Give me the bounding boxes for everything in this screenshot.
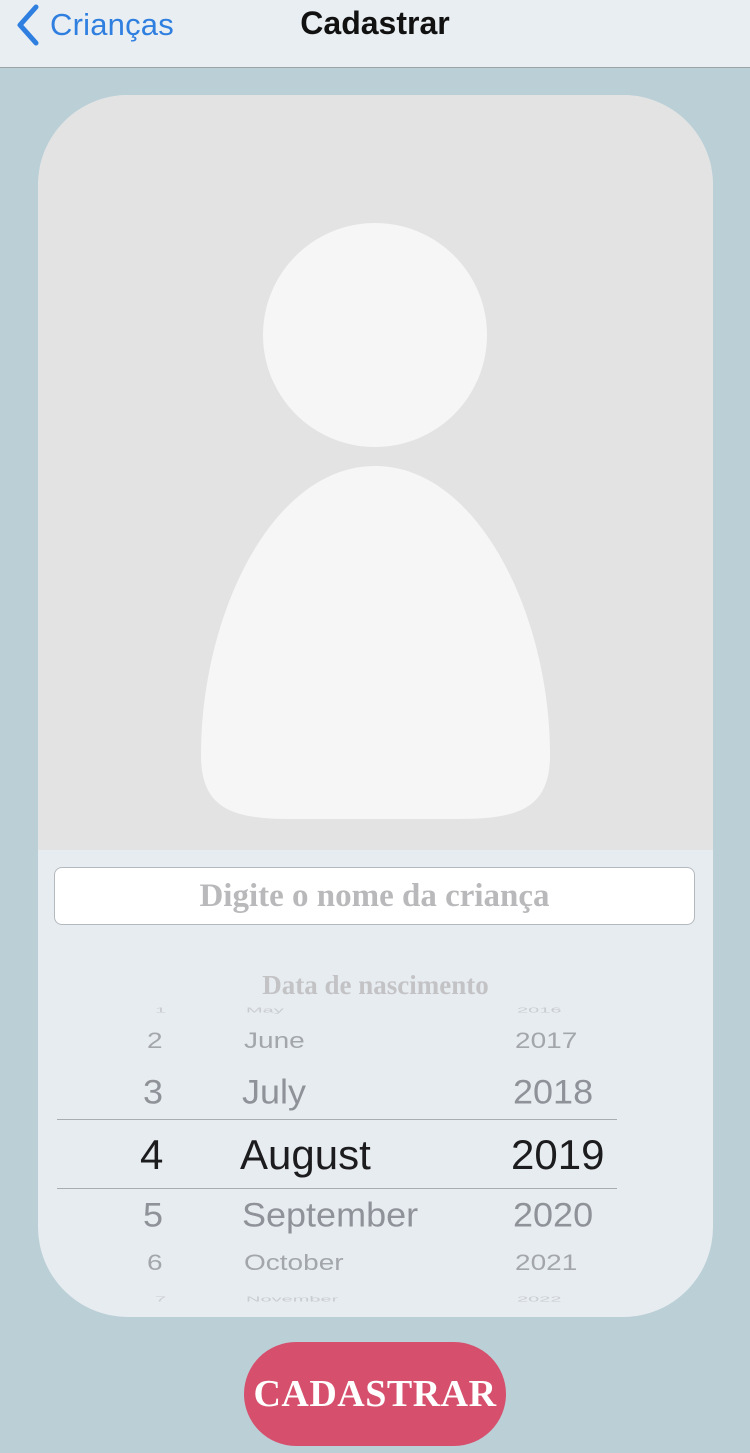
picker-year-option[interactable]: 2019: [511, 1131, 604, 1179]
picker-year-option[interactable]: 2021: [515, 1250, 577, 1276]
child-name-input[interactable]: [54, 867, 695, 925]
picker-year-option[interactable]: 2017: [515, 1028, 577, 1054]
picker-year-option[interactable]: 2018: [513, 1072, 593, 1112]
picker-day-option[interactable]: 2: [147, 1028, 163, 1054]
day-wheel[interactable]: 1 2 3 4 5 6 7: [95, 1003, 235, 1303]
picker-day-option[interactable]: 1: [155, 1006, 166, 1014]
picker-day-option[interactable]: 7: [155, 1295, 166, 1303]
picker-day-option[interactable]: 4: [140, 1131, 163, 1179]
birth-date-picker[interactable]: 1 2 3 4 5 6 7 May June July August September Octobe…: [95, 1003, 655, 1303]
picker-year-option[interactable]: 2020: [513, 1195, 593, 1235]
month-wheel[interactable]: May June July August September October Novembe…: [240, 1003, 490, 1303]
picker-month-option[interactable]: November: [246, 1295, 338, 1303]
navigation-bar: Crianças Cadastrar: [0, 0, 750, 68]
picker-month-option[interactable]: May: [246, 1006, 284, 1014]
picker-year-option[interactable]: 2022: [517, 1295, 562, 1303]
picker-day-option[interactable]: 5: [143, 1195, 163, 1235]
picker-month-option[interactable]: September: [242, 1195, 418, 1235]
picker-day-option[interactable]: 6: [147, 1250, 163, 1276]
picker-month-option[interactable]: July: [242, 1072, 306, 1112]
year-wheel[interactable]: 2016 2017 2018 2019 2020 2021 2022: [495, 1003, 655, 1303]
avatar-placeholder-icon: [201, 223, 550, 819]
picker-month-option[interactable]: August: [240, 1131, 371, 1179]
register-button[interactable]: CADASTRAR: [244, 1342, 506, 1446]
picker-day-option[interactable]: 3: [143, 1072, 163, 1112]
photo-picker[interactable]: [38, 95, 713, 850]
picker-year-option[interactable]: 2016: [517, 1006, 562, 1014]
picker-month-option[interactable]: June: [244, 1028, 305, 1054]
picker-month-option[interactable]: October: [244, 1250, 344, 1276]
page-title: Cadastrar: [300, 5, 450, 41]
birth-date-label: Data de nascimento: [262, 970, 489, 1000]
